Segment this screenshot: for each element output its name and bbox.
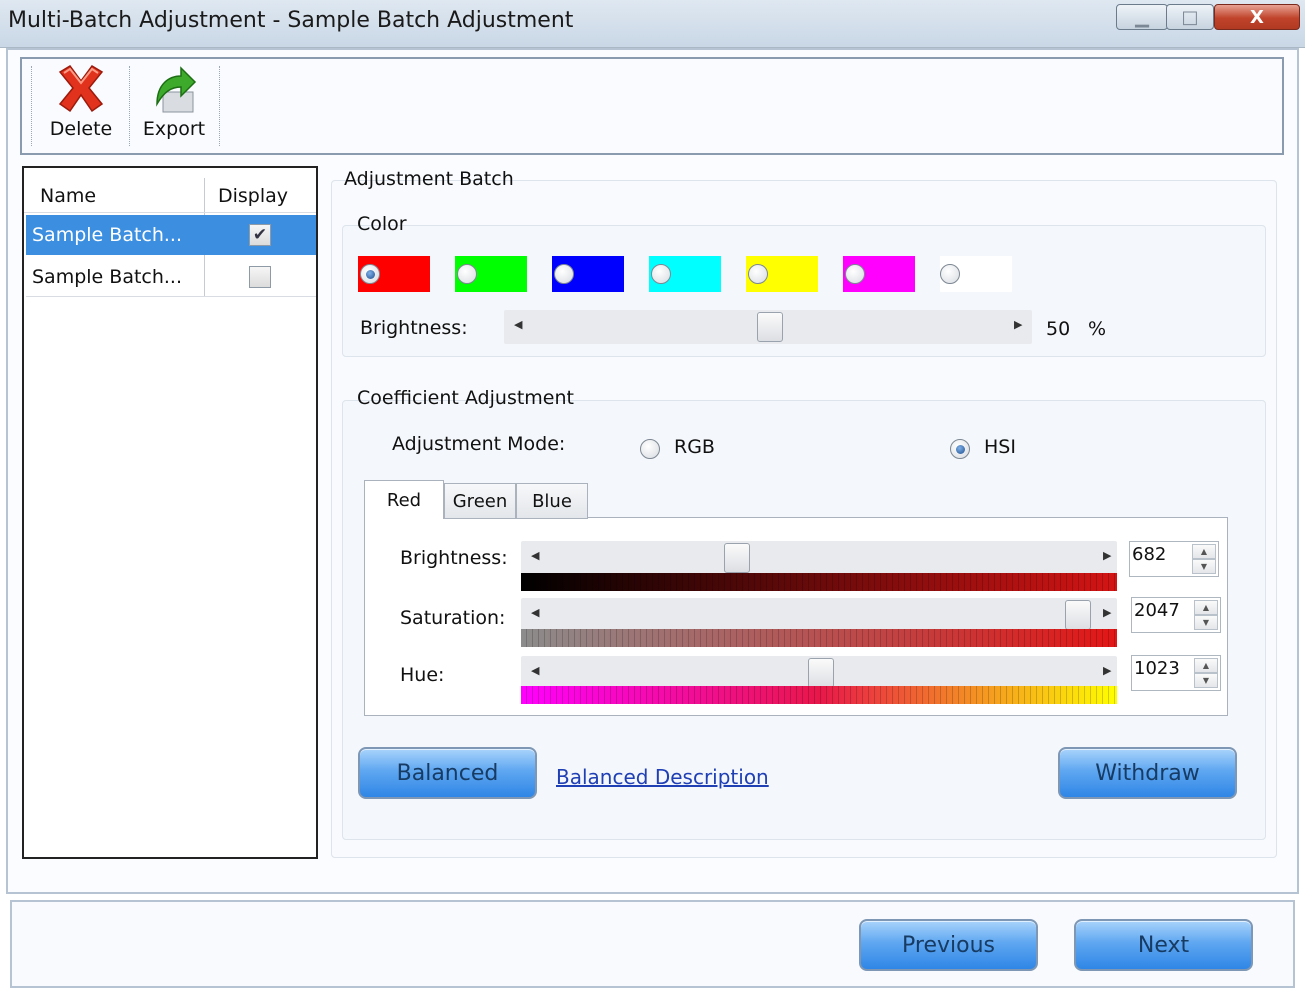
color-swatch-magenta[interactable] <box>843 256 915 292</box>
color-swatch-blue[interactable] <box>552 256 624 292</box>
close-icon: X <box>1250 6 1264 28</box>
hue-label: Hue: <box>400 664 445 686</box>
saturation-value[interactable]: 2047 <box>1134 600 1180 621</box>
export-icon <box>156 66 197 113</box>
swatch-radio[interactable] <box>651 264 671 284</box>
color-brightness-label: Brightness: <box>360 317 468 339</box>
slider-right-arrow-icon[interactable]: ▶ <box>1103 549 1111 562</box>
hue-spinbox[interactable]: 1023 ▲ ▼ <box>1131 655 1221 691</box>
brightness-value[interactable]: 682 <box>1132 544 1166 565</box>
brightness-slider[interactable]: ◀ ▶ <box>521 541 1117 575</box>
export-label: Export <box>142 118 206 140</box>
batch-name: Sample Batch... <box>32 224 183 246</box>
display-checkbox[interactable]: ✔ <box>249 224 271 246</box>
color-brightness-slider[interactable]: ◀ ▶ <box>504 310 1032 344</box>
toolbar-separator <box>219 66 220 146</box>
slider-right-arrow-icon[interactable]: ▶ <box>1014 318 1022 331</box>
next-button[interactable]: Next <box>1074 919 1253 971</box>
close-button[interactable]: X <box>1214 4 1300 30</box>
toolbar-grip <box>31 66 32 146</box>
export-button[interactable]: Export <box>136 64 212 146</box>
saturation-slider[interactable]: ◀ ▶ <box>521 598 1117 632</box>
color-swatch-red[interactable] <box>358 256 430 292</box>
slider-left-arrow-icon[interactable]: ◀ <box>514 318 522 331</box>
mode-rgb-label: RGB <box>674 436 715 458</box>
brightness-gradient-bar <box>521 573 1117 591</box>
balanced-button[interactable]: Balanced <box>358 747 537 799</box>
color-swatch-white[interactable] <box>940 256 1012 292</box>
spin-up-icon[interactable]: ▲ <box>1194 658 1218 673</box>
coefficient-group-label: Coefficient Adjustment <box>357 387 574 409</box>
slider-thumb[interactable] <box>1065 600 1091 630</box>
minimize-button[interactable]: ▁ <box>1116 4 1168 30</box>
spin-up-icon[interactable]: ▲ <box>1192 544 1216 559</box>
spin-down-icon[interactable]: ▼ <box>1194 673 1218 688</box>
title-bar: Multi-Batch Adjustment - Sample Batch Ad… <box>0 0 1305 48</box>
slider-left-arrow-icon[interactable]: ◀ <box>531 606 539 619</box>
maximize-button[interactable]: □ <box>1166 4 1214 30</box>
slider-thumb[interactable] <box>757 312 783 342</box>
withdraw-button[interactable]: Withdraw <box>1058 747 1237 799</box>
delete-label: Delete <box>49 118 113 140</box>
minimize-icon: ▁ <box>1135 6 1149 28</box>
hue-slider[interactable]: ◀ ▶ <box>521 656 1117 690</box>
column-header-display[interactable]: Display <box>218 178 288 214</box>
swatch-radio[interactable] <box>554 264 574 284</box>
mode-rgb-radio[interactable] <box>640 439 660 459</box>
slider-left-arrow-icon[interactable]: ◀ <box>531 549 539 562</box>
adjustment-mode-label: Adjustment Mode: <box>392 433 566 455</box>
delete-icon <box>58 65 104 113</box>
mode-hsi-label: HSI <box>984 436 1016 458</box>
batch-list: Name Display Sample Batch... ✔ Sample Ba… <box>22 166 318 859</box>
header-divider <box>24 212 316 213</box>
saturation-gradient-bar <box>521 629 1117 647</box>
hue-gradient-bar <box>521 686 1117 704</box>
previous-button[interactable]: Previous <box>859 919 1038 971</box>
spin-up-icon[interactable]: ▲ <box>1194 600 1218 615</box>
window-title: Multi-Batch Adjustment - Sample Batch Ad… <box>8 8 574 33</box>
color-brightness-value: 50 <box>1046 318 1071 340</box>
swatch-radio[interactable] <box>748 264 768 284</box>
batch-name: Sample Batch... <box>32 265 183 288</box>
delete-button[interactable]: Delete <box>40 64 122 146</box>
tab-blue[interactable]: Blue <box>516 483 588 519</box>
spin-down-icon[interactable]: ▼ <box>1194 615 1218 630</box>
color-swatch-green[interactable] <box>455 256 527 292</box>
mode-hsi-radio[interactable] <box>950 439 970 459</box>
swatch-radio[interactable] <box>845 264 865 284</box>
column-header-name[interactable]: Name <box>40 178 96 214</box>
slider-thumb[interactable] <box>724 543 750 573</box>
color-brightness-unit: % <box>1088 318 1107 340</box>
slider-right-arrow-icon[interactable]: ▶ <box>1103 606 1111 619</box>
saturation-label: Saturation: <box>400 607 506 629</box>
swatch-radio[interactable] <box>360 264 380 284</box>
tab-green[interactable]: Green <box>444 483 516 519</box>
color-swatch-cyan[interactable] <box>649 256 721 292</box>
swatch-radio[interactable] <box>457 264 477 284</box>
color-group-label: Color <box>357 213 407 235</box>
saturation-spinbox[interactable]: 2047 ▲ ▼ <box>1131 597 1221 633</box>
brightness-spinbox[interactable]: 682 ▲ ▼ <box>1129 541 1219 577</box>
slider-left-arrow-icon[interactable]: ◀ <box>531 664 539 677</box>
table-row[interactable]: Sample Batch... <box>26 257 316 297</box>
slider-right-arrow-icon[interactable]: ▶ <box>1103 664 1111 677</box>
spin-down-icon[interactable]: ▼ <box>1192 559 1216 574</box>
maximize-icon: □ <box>1181 6 1199 28</box>
table-row[interactable]: Sample Batch... ✔ <box>26 215 316 255</box>
hue-value[interactable]: 1023 <box>1134 658 1180 679</box>
brightness-label: Brightness: <box>400 547 508 569</box>
balanced-description-link[interactable]: Balanced Description <box>556 765 769 789</box>
slider-thumb[interactable] <box>808 658 834 688</box>
adjustment-batch-label: Adjustment Batch <box>344 168 514 190</box>
swatch-radio[interactable] <box>940 264 960 284</box>
tab-red[interactable]: Red <box>364 480 444 519</box>
toolbar-separator <box>129 66 130 146</box>
display-checkbox[interactable] <box>249 266 271 288</box>
color-swatch-yellow[interactable] <box>746 256 818 292</box>
